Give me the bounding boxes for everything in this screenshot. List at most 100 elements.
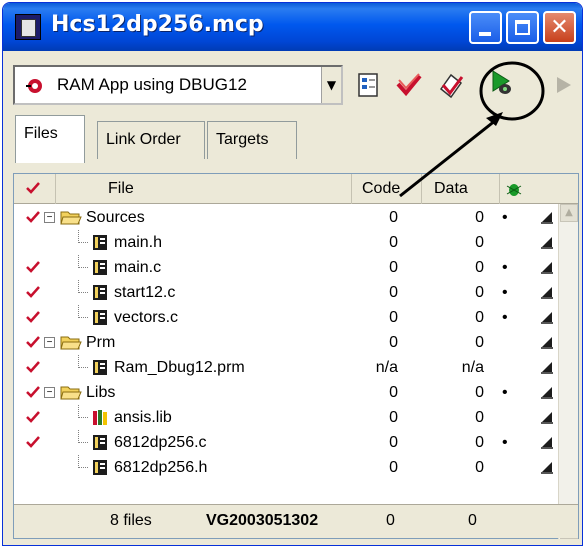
- minimize-icon: [479, 32, 491, 36]
- run-icon[interactable]: [489, 69, 517, 97]
- collapse-icon[interactable]: −: [44, 337, 55, 348]
- file-row[interactable]: 6812dp256.c 0 0 •: [14, 430, 559, 455]
- data-size: 0: [475, 284, 484, 301]
- file-name: start12.c: [114, 284, 176, 301]
- tab-files-label: Files: [24, 125, 58, 142]
- checkmark-icon[interactable]: [26, 211, 40, 223]
- code-size: 0: [389, 234, 398, 251]
- scroll-up-icon[interactable]: ▲: [560, 204, 578, 222]
- check-column-header[interactable]: [14, 174, 56, 204]
- folder-row[interactable]: − Prm 0 0: [14, 330, 559, 355]
- tab-files[interactable]: Files: [15, 115, 85, 163]
- debug-icon[interactable]: [437, 71, 465, 99]
- folder-open-icon: [60, 211, 82, 225]
- title-bar[interactable]: Hcs12dp256.mcp ✕: [3, 3, 582, 51]
- checkmark-icon[interactable]: [26, 286, 40, 298]
- checkmark-icon[interactable]: [26, 336, 40, 348]
- file-row[interactable]: ansis.lib 0 0: [14, 405, 559, 430]
- touch-flag-icon[interactable]: [540, 435, 554, 449]
- file-name: main.h: [114, 234, 163, 251]
- checkmark-icon[interactable]: [26, 411, 40, 423]
- tree-connector: [78, 405, 88, 418]
- collapse-icon[interactable]: −: [44, 387, 55, 398]
- tab-link-order-label: Link Order: [106, 131, 181, 148]
- touch-flag-icon[interactable]: [540, 360, 554, 374]
- checkmark-icon[interactable]: [26, 436, 40, 448]
- code-size: n/a: [375, 359, 398, 376]
- debug-dot: •: [502, 434, 508, 451]
- file-row[interactable]: main.c 0 0 •: [14, 255, 559, 280]
- touch-flag-icon[interactable]: [540, 260, 554, 274]
- file-row[interactable]: 6812dp256.h 0 0: [14, 455, 559, 480]
- debug-dot: •: [502, 309, 508, 326]
- target-icon: [26, 79, 42, 93]
- code-size: 0: [389, 259, 398, 276]
- tree-connector: [78, 430, 88, 443]
- data-size: 0: [475, 309, 484, 326]
- touch-flag-icon[interactable]: [540, 410, 554, 424]
- file-row[interactable]: main.h 0 0: [14, 230, 559, 255]
- code-size: 0: [389, 284, 398, 301]
- maximize-icon: [515, 20, 530, 35]
- code-size: 0: [389, 434, 398, 451]
- tree-connector: [78, 355, 88, 368]
- file-name: vectors.c: [114, 309, 179, 326]
- source-file-icon: [93, 460, 107, 475]
- file-row[interactable]: start12.c 0 0 •: [14, 280, 559, 305]
- touch-flag-icon[interactable]: [540, 460, 554, 474]
- tree-connector: [78, 455, 88, 468]
- checkmark-icon[interactable]: [26, 311, 40, 323]
- arrow-right-icon[interactable]: [551, 71, 579, 99]
- touch-flag-icon[interactable]: [540, 385, 554, 399]
- column-header-data[interactable]: Data: [422, 174, 500, 204]
- data-size: n/a: [461, 359, 484, 376]
- column-header-code[interactable]: Code: [352, 174, 422, 204]
- column-header-file[interactable]: File: [56, 174, 352, 204]
- close-icon: ✕: [550, 15, 569, 40]
- file-row[interactable]: Ram_Dbug12.prm n/a n/a: [14, 355, 559, 380]
- file-name: ansis.lib: [114, 409, 172, 426]
- folder-row[interactable]: − Sources 0 0 •: [14, 205, 559, 230]
- tab-targets-label: Targets: [216, 131, 269, 148]
- tree-connector: [78, 230, 88, 243]
- file-name: Ram_Dbug12.prm: [114, 359, 245, 376]
- vertical-scrollbar[interactable]: ▲ ▼: [558, 204, 578, 539]
- tab-targets[interactable]: Targets: [207, 121, 297, 159]
- debug-dot: •: [502, 384, 508, 401]
- target-settings-icon[interactable]: [355, 71, 383, 99]
- source-file-icon: [93, 235, 107, 250]
- code-size: 0: [389, 309, 398, 326]
- folder-row[interactable]: − Libs 0 0 •: [14, 380, 559, 405]
- data-size: 0: [475, 209, 484, 226]
- chevron-down-icon[interactable]: ▼: [321, 67, 341, 103]
- source-file-icon: [93, 310, 107, 325]
- target-select[interactable]: RAM App using DBUG12 ▼: [13, 65, 343, 105]
- data-size: 0: [475, 459, 484, 476]
- library-icon: [93, 410, 107, 425]
- file-row[interactable]: vectors.c 0 0 •: [14, 305, 559, 330]
- data-size: 0: [475, 384, 484, 401]
- checkmark-icon[interactable]: [26, 386, 40, 398]
- minimize-button[interactable]: [469, 11, 502, 44]
- touch-flag-icon[interactable]: [540, 235, 554, 249]
- file-list: File Code Data − Sources 0 0 • main.h 0 0 main.c…: [13, 173, 579, 539]
- touch-flag-icon[interactable]: [540, 310, 554, 324]
- code-size: 0: [389, 334, 398, 351]
- file-rows: − Sources 0 0 • main.h 0 0 main.c 0 0 • start12.c 0 0 •…: [14, 205, 559, 480]
- touch-flag-icon[interactable]: [540, 210, 554, 224]
- file-name: main.c: [114, 259, 162, 276]
- touch-flag-icon[interactable]: [540, 335, 554, 349]
- collapse-icon[interactable]: −: [44, 212, 55, 223]
- status-file-count: 8 files: [110, 512, 152, 529]
- data-size: 0: [475, 409, 484, 426]
- touch-flag-icon[interactable]: [540, 285, 554, 299]
- checkmark-icon[interactable]: [26, 261, 40, 273]
- data-size: 0: [475, 334, 484, 351]
- close-button[interactable]: ✕: [543, 11, 576, 44]
- bug-icon[interactable]: [505, 180, 523, 198]
- tree-connector: [78, 305, 88, 318]
- maximize-button[interactable]: [506, 11, 539, 44]
- tab-link-order[interactable]: Link Order: [97, 121, 205, 159]
- checkmark-icon[interactable]: [26, 361, 40, 373]
- make-icon[interactable]: [395, 71, 423, 99]
